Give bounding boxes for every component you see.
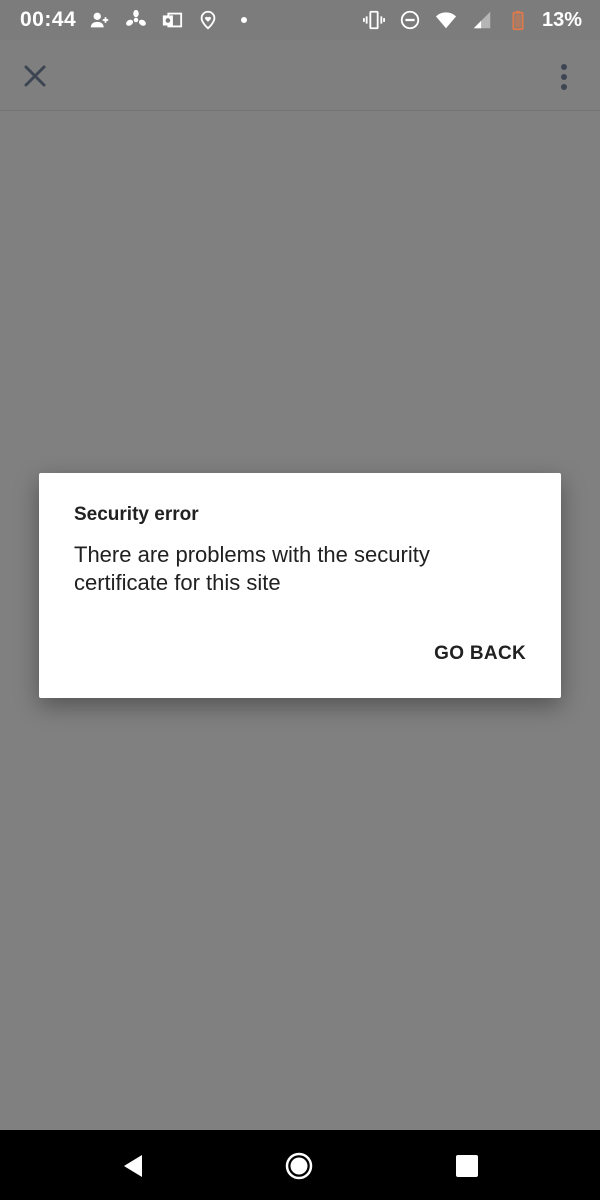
- more-vert-icon: [561, 74, 567, 80]
- more-vert-icon: [561, 84, 567, 90]
- home-button[interactable]: [285, 1152, 313, 1180]
- status-bar: 00:44 13%: [0, 0, 600, 40]
- vibrate-icon: [362, 8, 386, 32]
- status-left: 00:44: [20, 8, 256, 32]
- dot-icon: [232, 8, 256, 32]
- dialog-message: There are problems with the security cer…: [74, 542, 430, 595]
- back-button[interactable]: [120, 1152, 148, 1180]
- security-error-dialog: Security error There are problems with t…: [39, 473, 561, 698]
- browser-toolbar: [0, 40, 600, 111]
- screen: 00:44 13% Security error There are probl…: [0, 0, 600, 1200]
- outlook-icon: [160, 8, 184, 32]
- navigation-bar: [0, 1130, 600, 1200]
- battery-percent: 13%: [541, 8, 582, 31]
- back-icon: [124, 1155, 142, 1177]
- more-vert-icon: [561, 64, 567, 70]
- recents-button[interactable]: [453, 1152, 481, 1180]
- wifi-icon: [434, 8, 458, 32]
- status-time: 00:44: [20, 8, 77, 31]
- do-not-disturb-icon: [398, 8, 422, 32]
- location-heart-icon: [196, 8, 220, 32]
- battery-icon: [506, 8, 530, 32]
- close-icon: [24, 65, 46, 87]
- add-person-icon: [88, 8, 112, 32]
- home-icon: [285, 1152, 313, 1180]
- fan-icon: [124, 8, 148, 32]
- close-button[interactable]: [20, 61, 50, 91]
- status-right: 13%: [362, 8, 582, 32]
- more-options-button[interactable]: [554, 61, 574, 93]
- recents-icon: [456, 1155, 478, 1177]
- dialog-title: Security error: [74, 504, 199, 525]
- go-back-button[interactable]: GO BACK: [434, 643, 526, 665]
- signal-icon: [470, 8, 494, 32]
